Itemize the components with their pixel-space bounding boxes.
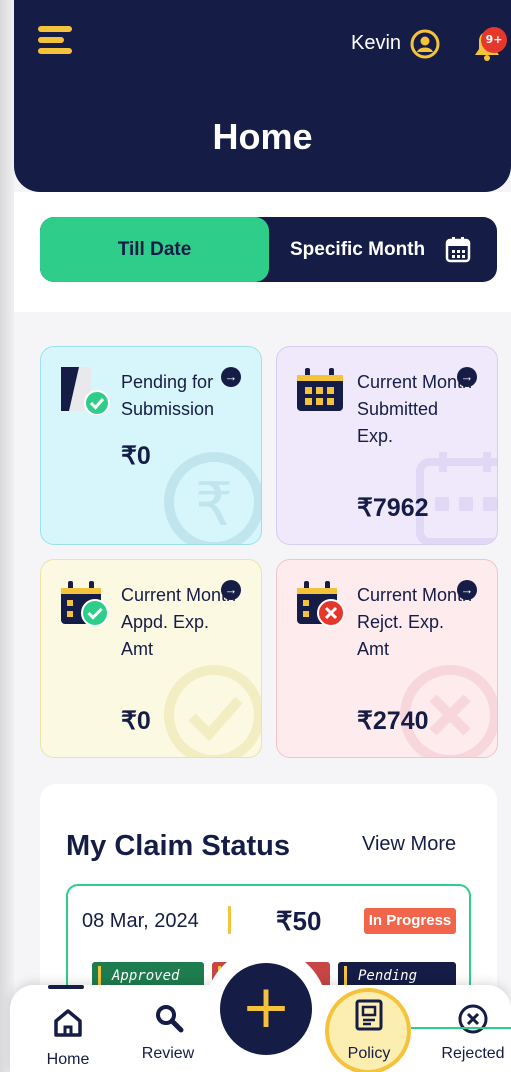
check-watermark-icon <box>164 665 261 757</box>
view-more-link[interactable]: View More <box>362 833 456 856</box>
calendar-x-icon <box>297 581 345 627</box>
card-amount: ₹0 <box>121 707 151 735</box>
nav-label: Policy <box>347 1045 391 1062</box>
card-current-month-submitted[interactable]: Current Month Submitted Exp. → ₹7962 <box>276 346 498 545</box>
phone-screen: Kevin 9+ Home Till Date Specific Month ₹… <box>0 0 511 1072</box>
claim-date: 08 Mar, 2024 <box>82 910 199 932</box>
nav-policy-overlay[interactable]: Policy <box>323 985 415 1072</box>
user-profile-icon[interactable] <box>410 29 440 59</box>
tab-till-date[interactable]: Till Date <box>40 217 269 282</box>
home-icon <box>54 1009 82 1037</box>
status-badge: In Progress <box>364 908 456 934</box>
calendar-icon[interactable] <box>445 235 471 263</box>
arrow-right-icon[interactable]: → <box>221 580 241 600</box>
claim-amount: ₹50 <box>276 906 322 936</box>
hamburger-menu-icon[interactable] <box>38 26 74 56</box>
card-amount: ₹7962 <box>357 494 429 522</box>
policy-document-icon <box>355 999 383 1031</box>
svg-text:₹: ₹ <box>195 470 233 540</box>
nav-label: Review <box>141 1045 195 1062</box>
connector-line <box>411 1027 511 1029</box>
rupee-watermark-icon: ₹ <box>164 452 261 544</box>
search-icon <box>156 1005 184 1033</box>
nav-label: Home <box>46 1051 90 1068</box>
user-name[interactable]: Kevin <box>351 32 401 55</box>
card-current-month-approved[interactable]: Current Month Appd. Exp. Amt → ₹0 <box>40 559 262 758</box>
calendar-icon <box>297 368 343 411</box>
circle-x-icon <box>458 1004 488 1034</box>
page-title: Home <box>212 116 313 157</box>
nav-review[interactable]: Review <box>128 985 208 1072</box>
app-header: Kevin 9+ Home <box>14 0 511 192</box>
date-filter-section: Till Date Specific Month <box>14 192 511 312</box>
date-filter-toggle: Till Date Specific Month <box>40 217 497 282</box>
screen-edge <box>0 0 14 1072</box>
nav-home[interactable]: Home <box>28 985 108 1072</box>
tab-specific-month-label: Specific Month <box>290 239 426 260</box>
add-button[interactable]: + <box>220 963 312 1055</box>
divider <box>228 906 231 934</box>
calendar-check-icon <box>61 581 109 627</box>
section-title: My Claim Status <box>66 830 290 862</box>
nav-label: Rejected <box>441 1045 505 1062</box>
card-pending-submission[interactable]: ₹ Pending for Submission → ₹0 <box>40 346 262 545</box>
card-amount: ₹0 <box>121 442 151 470</box>
notification-badge: 9+ <box>481 27 507 53</box>
card-current-month-rejected[interactable]: Current Month Rejct. Exp. Amt → ₹2740 <box>276 559 498 758</box>
arrow-right-icon[interactable]: → <box>457 580 477 600</box>
card-amount: ₹2740 <box>357 707 429 735</box>
arrow-right-icon[interactable]: → <box>221 367 241 387</box>
document-check-icon <box>61 367 110 415</box>
arrow-right-icon[interactable]: → <box>457 367 477 387</box>
